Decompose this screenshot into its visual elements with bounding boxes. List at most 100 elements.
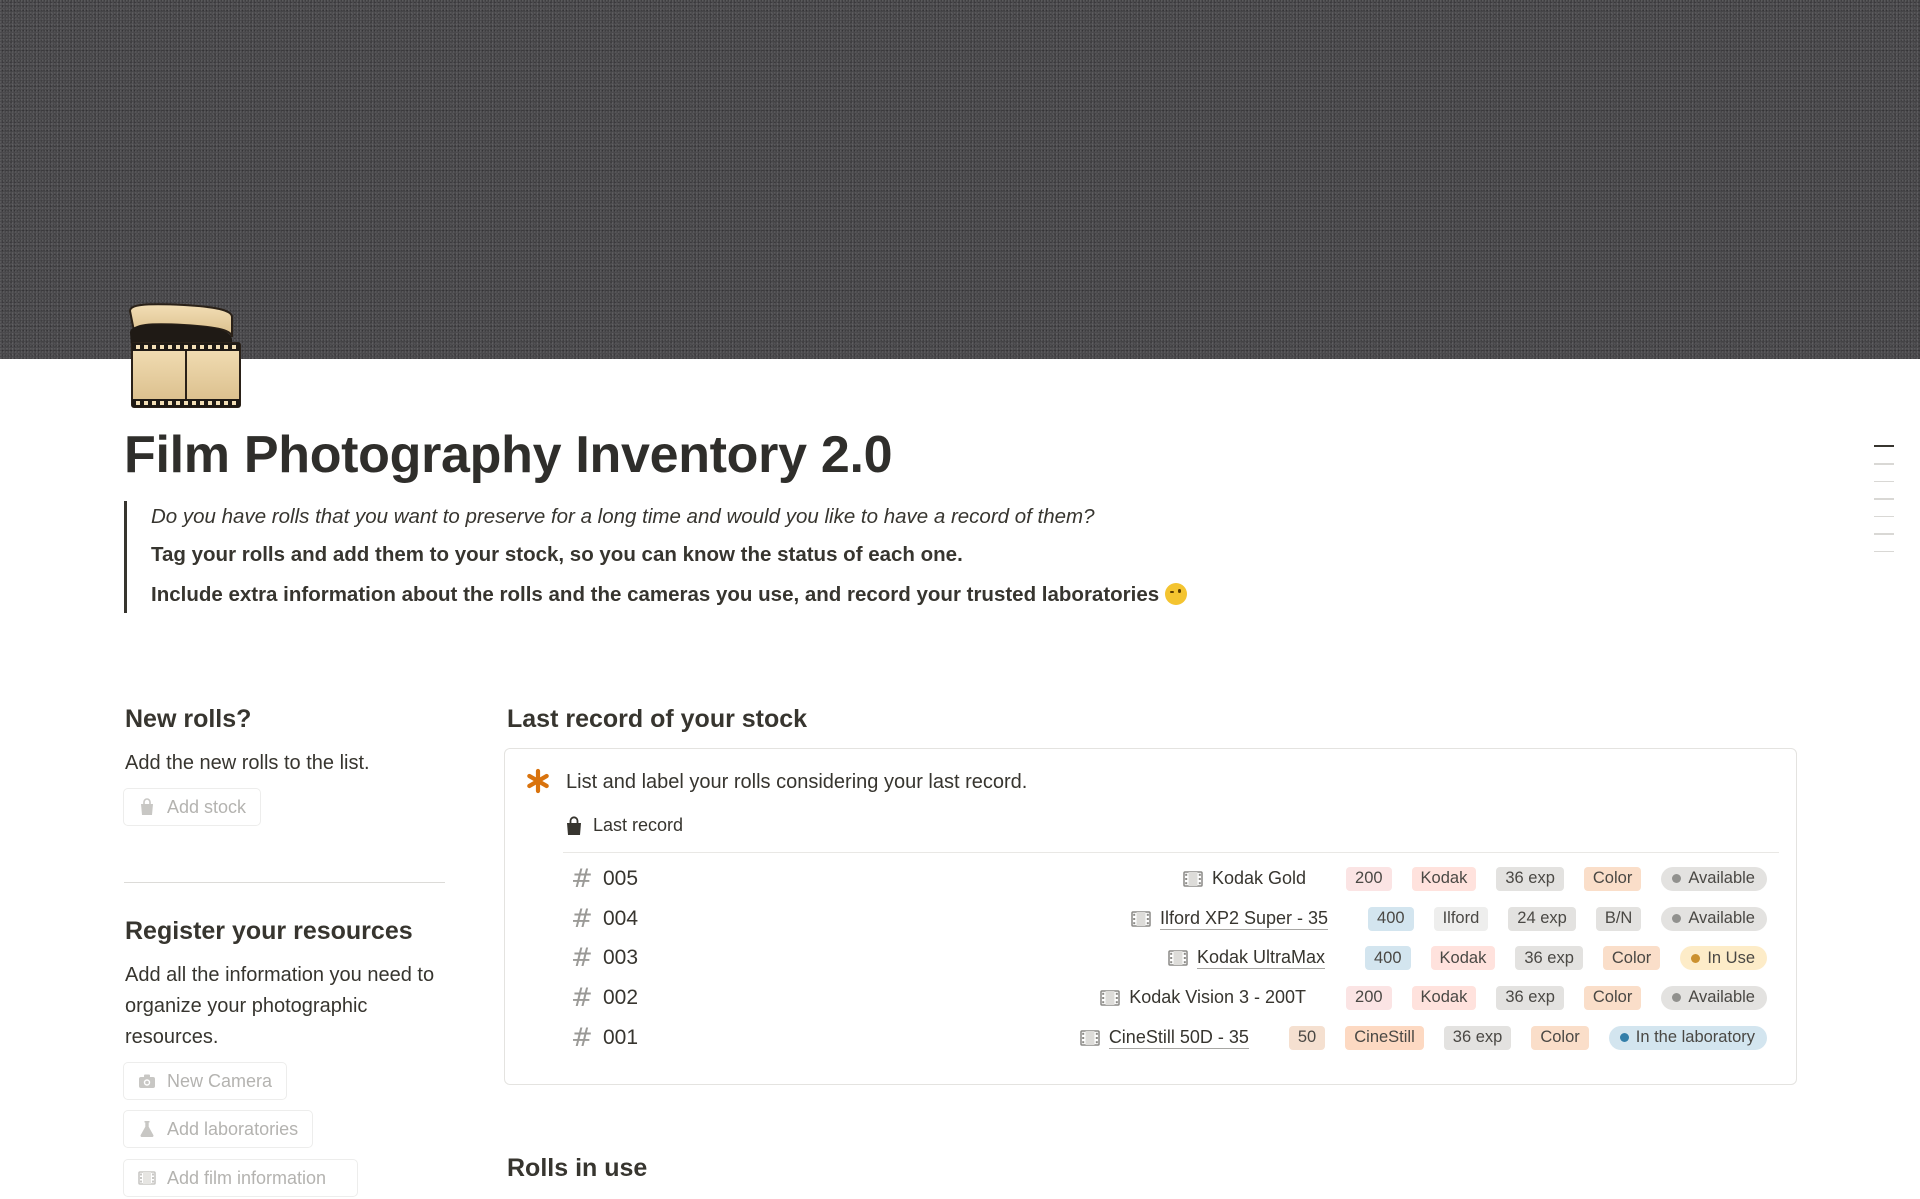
shopping-bag-icon	[141, 798, 153, 815]
status-dot	[1619, 1033, 1629, 1043]
status-badge: In the laboratory	[1608, 1025, 1767, 1050]
status-dot	[1672, 914, 1682, 924]
callout-text: List and label your rolls considering yo…	[566, 771, 1028, 793]
toc-line[interactable]	[1874, 445, 1894, 447]
roll-properties: CineStill 50D - 35 50 CineStill 36 exp Color…	[1080, 1018, 1767, 1058]
new-camera-button[interactable]: New Camera	[123, 1062, 288, 1100]
add-film-information-label: Add film information	[167, 1167, 327, 1188]
exposures-tag: 36 exp	[1515, 946, 1583, 971]
status-label: In the laboratory	[1635, 1028, 1755, 1047]
toc-line[interactable]	[1874, 498, 1894, 500]
roll-properties: Kodak Vision 3 - 200T 200 Kodak 36 exp Color…	[1100, 978, 1767, 1018]
toc-line[interactable]	[1874, 463, 1894, 465]
film-icon	[1080, 1029, 1100, 1046]
roll-id: 002	[603, 985, 639, 1009]
new-rolls-text: Add the new rolls to the list.	[125, 752, 370, 774]
list-item[interactable]: #001 CineStill 50D - 35 50 CineStill 36 exp C…	[571, 1018, 1781, 1058]
film-name[interactable]: Kodak UltraMax	[1196, 947, 1325, 970]
iso-tag: 50	[1288, 1025, 1326, 1050]
film-relation[interactable]: Kodak Vision 3 - 200T	[1100, 987, 1306, 1008]
list-item[interactable]: #002 Kodak Vision 3 - 200T 200 Kodak 36 exp C…	[571, 978, 1781, 1018]
new-camera-label: New Camera	[167, 1070, 273, 1091]
exposures-tag: 36 exp	[1496, 866, 1564, 891]
stock-heading: Last record of your stock	[507, 705, 808, 733]
rolls-in-use-heading: Rolls in use	[507, 1154, 648, 1182]
film-name[interactable]: CineStill 50D - 35	[1108, 1027, 1249, 1049]
add-stock-button[interactable]: Add stock	[123, 788, 262, 826]
roll-id: 004	[603, 906, 639, 930]
roll-id: 005	[603, 866, 639, 890]
number-sign-icon: #	[571, 1022, 593, 1053]
flask-icon	[140, 1121, 154, 1138]
add-laboratories-label: Add laboratories	[167, 1118, 299, 1139]
camera-icon	[139, 1074, 155, 1088]
intro-line-2: Tag your rolls and add them to your stoc…	[151, 543, 963, 566]
brand-tag: Ilford	[1433, 906, 1489, 931]
resources-text: Add all the information you need to orga…	[125, 964, 435, 1048]
number-sign-icon: #	[571, 863, 593, 894]
shopping-bag-icon	[567, 815, 581, 835]
view-divider	[563, 852, 1779, 853]
toc-line[interactable]	[1874, 480, 1894, 482]
status-label: Available	[1688, 988, 1755, 1007]
add-stock-label: Add stock	[167, 796, 247, 817]
number-sign-icon: #	[571, 982, 593, 1013]
film-icon	[1183, 871, 1203, 887]
toc-line[interactable]	[1874, 550, 1894, 552]
number-sign-icon: #	[571, 943, 593, 974]
film-icon	[1100, 990, 1120, 1006]
brand-tag: Kodak	[1411, 866, 1477, 891]
film-relation[interactable]: CineStill 50D - 35	[1080, 1027, 1249, 1049]
film-name[interactable]: Ilford XP2 Super - 35	[1159, 908, 1329, 930]
status-badge: Available	[1661, 866, 1767, 891]
film-name[interactable]: Kodak Gold	[1212, 868, 1306, 889]
table-of-contents-minimap[interactable]	[1874, 445, 1894, 568]
roll-id: 003	[603, 946, 639, 970]
intro-line-1: Do you have rolls that you want to prese…	[151, 505, 1095, 528]
status-dot	[1672, 993, 1682, 1003]
film-name[interactable]: Kodak Vision 3 - 200T	[1129, 987, 1306, 1008]
film-type-tag: Color	[1602, 946, 1661, 971]
brand-tag: CineStill	[1345, 1025, 1424, 1050]
exposures-tag: 36 exp	[1496, 985, 1564, 1010]
status-badge: Available	[1661, 985, 1767, 1010]
view-tab-last-record[interactable]: Last record	[565, 815, 683, 836]
list-item[interactable]: #005 Kodak Gold 200 Kodak 36 exp Color Availab…	[571, 859, 1781, 899]
roll-properties: Ilford XP2 Super - 35 400 Ilford 24 exp B/N A…	[1131, 899, 1767, 939]
intro-quote: Do you have rolls that you want to prese…	[124, 501, 1324, 613]
toc-line[interactable]	[1874, 533, 1894, 535]
status-badge: Available	[1661, 906, 1767, 931]
film-type-tag: Color	[1531, 1025, 1589, 1050]
add-laboratories-button[interactable]: Add laboratories	[123, 1110, 314, 1148]
toc-line[interactable]	[1874, 515, 1894, 517]
add-film-information-button[interactable]: Add film information	[123, 1159, 358, 1197]
winking-face-emoji	[1165, 583, 1188, 605]
film-relation[interactable]: Ilford XP2 Super - 35	[1131, 908, 1329, 930]
film-relation[interactable]: Kodak UltraMax	[1168, 947, 1325, 970]
asterisk-icon	[527, 768, 549, 794]
exposures-tag: 36 exp	[1443, 1025, 1512, 1050]
list-item[interactable]: #004 Ilford XP2 Super - 35 400 Ilford 24 exp…	[571, 899, 1781, 939]
list-item[interactable]: #003 Kodak UltraMax 400 Kodak 36 exp Color In …	[571, 938, 1781, 978]
status-label: Available	[1688, 869, 1755, 888]
section-divider	[124, 882, 445, 883]
roll-properties: Kodak Gold 200 Kodak 36 exp Color Available	[1183, 859, 1767, 899]
film-type-tag: B/N	[1595, 906, 1642, 931]
roll-properties: Kodak UltraMax 400 Kodak 36 exp Color In Use	[1168, 938, 1767, 978]
film-roll-icon	[128, 303, 241, 408]
status-badge: In Use	[1680, 946, 1767, 971]
film-relation[interactable]: Kodak Gold	[1183, 868, 1306, 889]
iso-tag: 200	[1346, 985, 1392, 1010]
number-sign-icon: #	[571, 903, 593, 934]
cover-image	[0, 0, 1920, 359]
status-dot	[1691, 953, 1701, 963]
film-type-tag: Color	[1583, 985, 1642, 1010]
new-rolls-heading: New rolls?	[125, 705, 252, 733]
film-type-tag: Color	[1583, 866, 1642, 891]
iso-tag: 400	[1368, 906, 1414, 931]
stock-list: #005 Kodak Gold 200 Kodak 36 exp Color Availab…	[571, 859, 1781, 1057]
iso-tag: 200	[1346, 866, 1392, 891]
page-title: Film Photography Inventory 2.0	[124, 426, 893, 484]
film-icon	[1168, 950, 1188, 966]
resources-heading: Register your resources	[125, 917, 413, 945]
